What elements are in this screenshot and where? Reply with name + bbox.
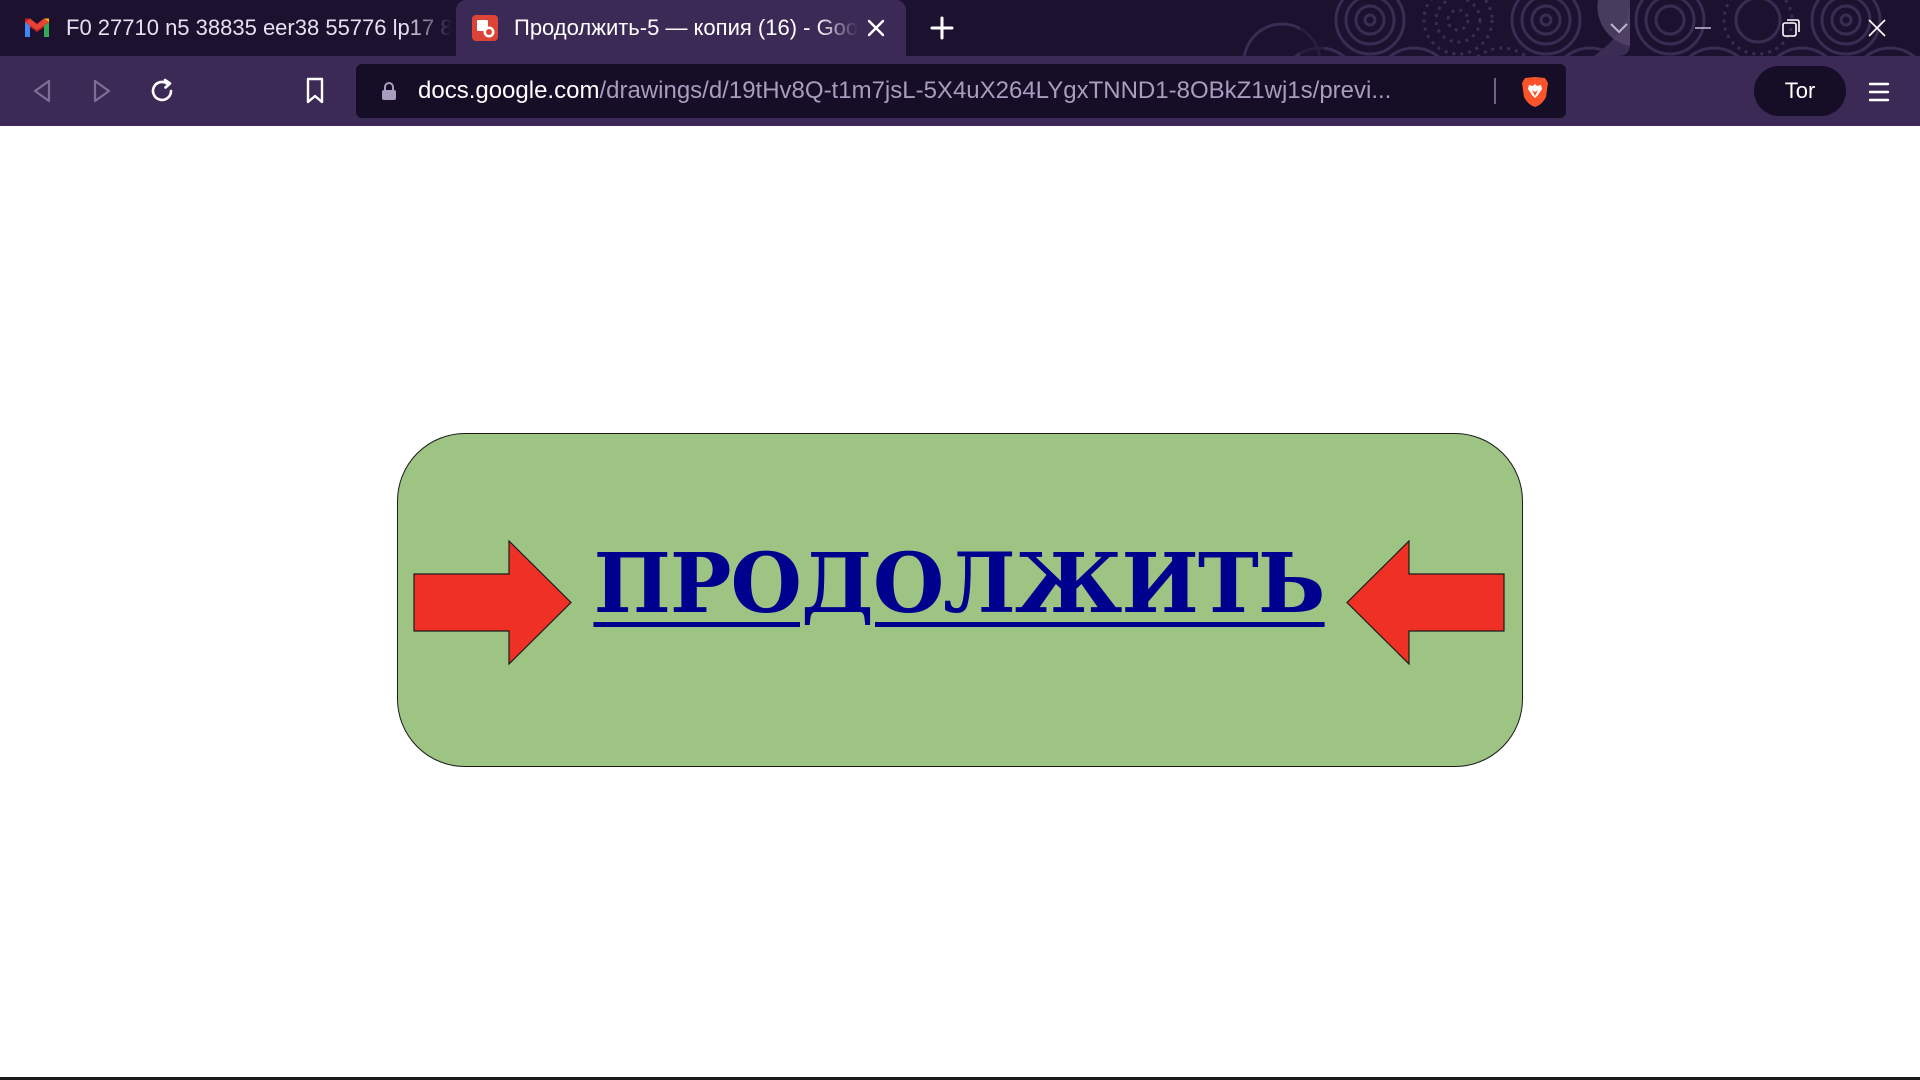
chevron-down-icon	[1610, 23, 1628, 34]
bookmark-icon	[306, 77, 324, 104]
tab-search-button[interactable]	[1596, 6, 1642, 50]
new-tab-button[interactable]	[922, 10, 962, 46]
forward-arrow-icon	[93, 79, 111, 103]
minimize-button[interactable]	[1680, 6, 1726, 50]
back-arrow-icon	[33, 79, 51, 103]
forward-button[interactable]	[80, 71, 124, 111]
right-arrow-icon	[413, 540, 572, 665]
brave-shields-icon[interactable]	[1518, 74, 1552, 110]
tab-title: F0 27710 n5 38835 eer38 55776 lp17 8	[66, 15, 452, 40]
address-bar[interactable]: docs.google.com/drawings/d/19tHv8Q-t1m7j…	[356, 64, 1566, 118]
tab-strip: F0 27710 n5 38835 eer38 55776 lp17 8 Про…	[0, 0, 1920, 56]
url-host: docs.google.com	[418, 77, 600, 104]
gmail-icon	[22, 13, 52, 43]
drawing-canvas: ПРОДОЛЖИТЬ	[397, 433, 1523, 767]
hamburger-menu-icon	[1868, 82, 1890, 102]
lock-icon	[378, 79, 400, 103]
google-drawings-icon	[470, 13, 500, 43]
url-path: /drawings/d/19tHv8Q-t1m7jsL-5X4uX264LYgx…	[599, 77, 1392, 104]
tab-google-drawings[interactable]: Продолжить-5 — копия (16) - Google	[456, 0, 906, 56]
left-arrow-icon	[1346, 540, 1505, 665]
tor-button[interactable]: Tor	[1754, 66, 1846, 116]
menu-button[interactable]	[1858, 72, 1900, 112]
close-window-button[interactable]	[1854, 6, 1900, 50]
page-content: ПРОДОЛЖИТЬ	[0, 126, 1920, 1078]
reload-button[interactable]	[140, 71, 184, 111]
close-icon	[1868, 19, 1886, 37]
restore-icon	[1782, 19, 1800, 37]
back-button[interactable]	[20, 71, 64, 111]
plus-icon	[930, 16, 954, 40]
bookmark-button[interactable]	[293, 71, 337, 111]
address-bar-divider	[1494, 78, 1496, 104]
tab-gmail[interactable]: F0 27710 n5 38835 eer38 55776 lp17 8	[0, 0, 452, 56]
minimize-icon	[1695, 27, 1711, 29]
tab-title: Продолжить-5 — копия (16) - Google	[514, 15, 858, 40]
close-icon[interactable]	[858, 10, 894, 46]
theme-background-art	[1242, 0, 1916, 56]
continue-link[interactable]: ПРОДОЛЖИТЬ	[587, 529, 1331, 639]
url-text[interactable]: docs.google.com/drawings/d/19tHv8Q-t1m7j…	[418, 77, 1478, 105]
reload-icon	[151, 78, 173, 102]
browser-toolbar: docs.google.com/drawings/d/19tHv8Q-t1m7j…	[0, 56, 1920, 126]
browser-window: F0 27710 n5 38835 eer38 55776 lp17 8 Про…	[0, 0, 1920, 1080]
restore-button[interactable]	[1768, 6, 1814, 50]
